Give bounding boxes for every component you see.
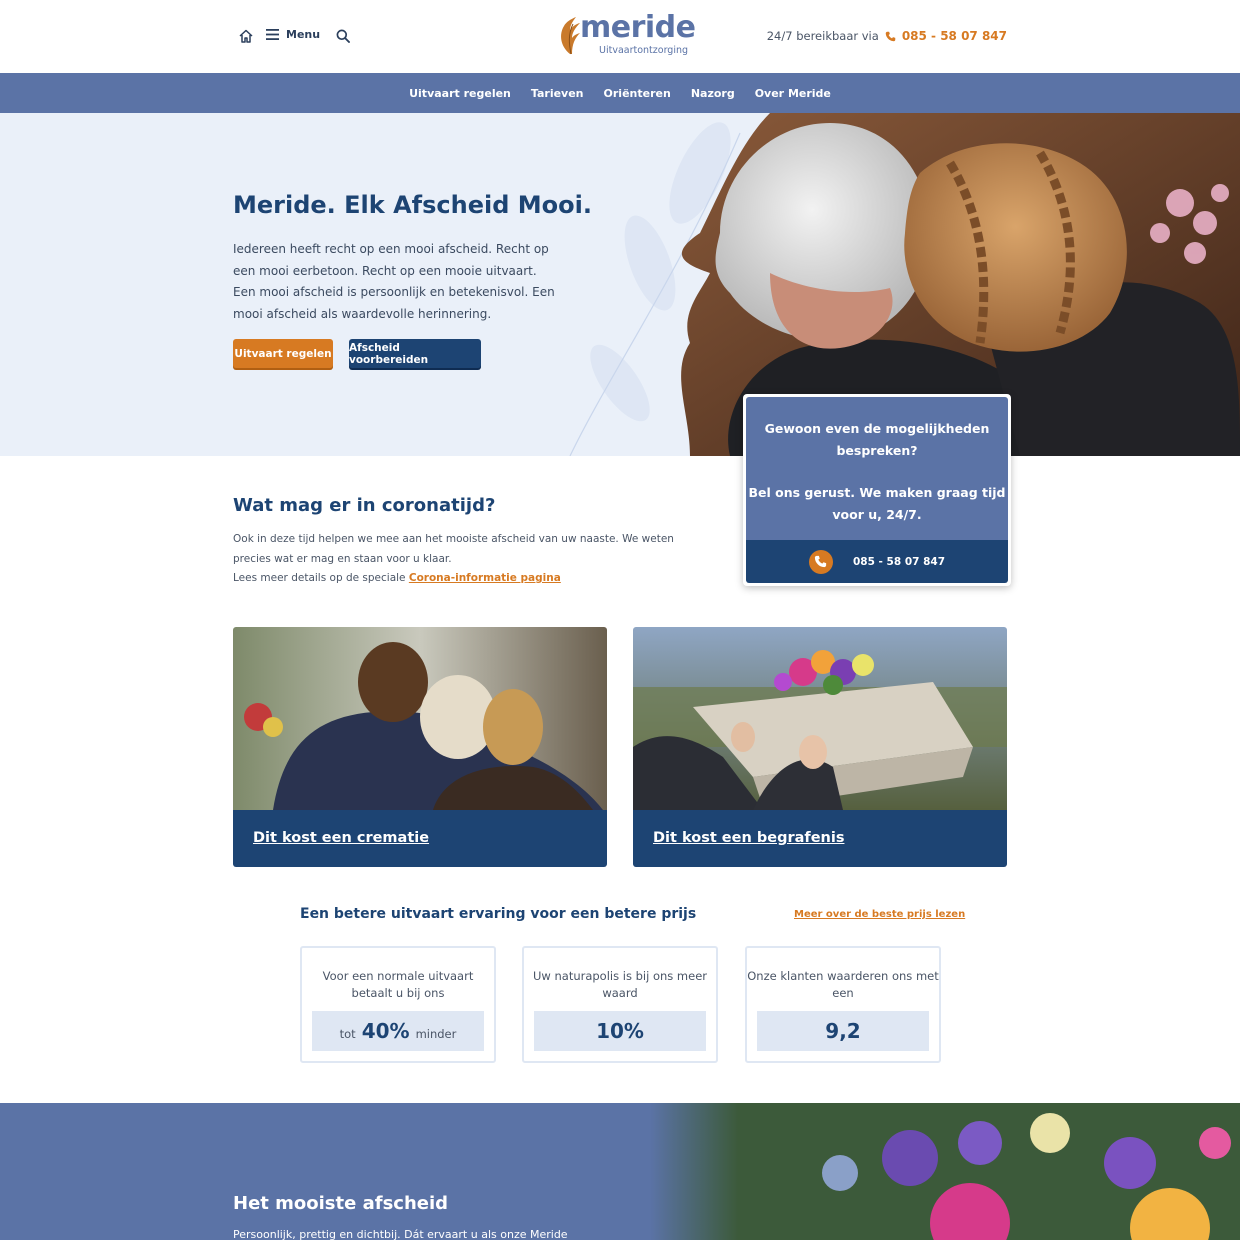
hero-section: Meride. Elk Afscheid Mooi. Iedereen heef… bbox=[0, 113, 1240, 456]
burial-photo bbox=[633, 627, 1007, 810]
stat-label: Onze klanten waarderen ons met een bbox=[747, 969, 939, 1000]
stat-value-box: tot 40% minder bbox=[312, 1011, 484, 1051]
phone-icon bbox=[885, 31, 896, 41]
site-header: Menu meride Uitvaartontzorging 24/7 bere… bbox=[0, 0, 1240, 73]
nav-item-uitvaart-regelen[interactable]: Uitvaart regelen bbox=[409, 87, 511, 100]
stat-value: 10% bbox=[596, 1019, 644, 1043]
header-phone-link[interactable]: 085 - 58 07 847 bbox=[902, 29, 1007, 43]
menu-label: Menu bbox=[286, 28, 321, 41]
nav-item-nazorg[interactable]: Nazorg bbox=[691, 87, 735, 100]
call-us-card: Gewoon even de mogelijkheden bespreken? … bbox=[743, 394, 1011, 586]
stat-card-naturapolis: Uw naturapolis is bij ons meer waard 10% bbox=[522, 946, 718, 1063]
feather-logo-icon bbox=[561, 17, 580, 55]
main-navigation: Uitvaart regelen Tarieven Oriënteren Naz… bbox=[0, 73, 1240, 113]
uitvaart-regelen-button[interactable]: Uitvaart regelen bbox=[233, 339, 333, 368]
stat-value-box: 9,2 bbox=[757, 1011, 929, 1051]
logo-tagline: Uitvaartontzorging bbox=[599, 45, 689, 56]
stat-card-rating: Onze klanten waarderen ons met een 9,2 bbox=[745, 946, 941, 1063]
stat-label: Voor een normale uitvaart betaalt u bij … bbox=[322, 969, 474, 1000]
corona-text-line1: Ook in deze tijd helpen we mee aan het m… bbox=[233, 533, 674, 565]
cremation-cost-link[interactable]: Dit kost een crematie bbox=[253, 830, 429, 846]
burial-cost-link[interactable]: Dit kost een begrafenis bbox=[653, 830, 844, 846]
logo-wordmark: meride bbox=[580, 10, 696, 45]
best-price-link[interactable]: Meer over de beste prijs lezen bbox=[794, 909, 965, 920]
call-card-line1: Gewoon even de mogelijkheden bespreken? bbox=[764, 421, 990, 458]
nav-item-tarieven[interactable]: Tarieven bbox=[531, 87, 584, 100]
cremation-photo bbox=[233, 627, 607, 810]
stat-value: 9,2 bbox=[825, 1019, 861, 1043]
bottom-banner: Het mooiste afscheid Persoonlijk, pretti… bbox=[0, 1103, 1240, 1240]
hamburger-icon bbox=[266, 29, 279, 40]
hero-title: Meride. Elk Afscheid Mooi. bbox=[233, 191, 592, 219]
reachability-info: 24/7 bereikbaar via 085 - 58 07 847 bbox=[767, 29, 1007, 43]
banner-title: Het mooiste afscheid bbox=[233, 1193, 449, 1214]
stat-value: 40% bbox=[361, 1019, 410, 1043]
nav-item-orienteren[interactable]: Oriënteren bbox=[604, 87, 671, 100]
call-card-phone-button[interactable]: 085 - 58 07 847 bbox=[746, 540, 1008, 583]
stat-label: Uw naturapolis is bij ons meer waard bbox=[533, 969, 707, 1000]
stat-suffix: minder bbox=[415, 1026, 457, 1041]
burial-cost-card[interactable]: Dit kost een begrafenis bbox=[633, 627, 1007, 867]
call-card-line2: Bel ons gerust. We maken graag tijd voor… bbox=[748, 485, 1006, 522]
flowers-photo bbox=[650, 1103, 1240, 1240]
search-icon[interactable] bbox=[336, 29, 350, 43]
corona-info-link[interactable]: Corona-informatie pagina bbox=[409, 572, 561, 584]
call-card-phone: 085 - 58 07 847 bbox=[852, 555, 946, 568]
banner-text: Persoonlijk, prettig en dichtbij. Dát er… bbox=[233, 1228, 568, 1240]
stat-value-box: 10% bbox=[534, 1011, 706, 1051]
reach-text: 24/7 bereikbaar via bbox=[766, 29, 879, 43]
hero-text: Iedereen heeft recht op een mooi afschei… bbox=[233, 242, 555, 321]
call-card-message: Gewoon even de mogelijkheden bespreken? … bbox=[746, 397, 1008, 540]
stat-prefix: tot bbox=[339, 1026, 356, 1041]
stats-title: Een betere uitvaart ervaring voor een be… bbox=[300, 906, 697, 922]
corona-title: Wat mag er in coronatijd? bbox=[233, 495, 496, 516]
card-footer: Dit kost een crematie bbox=[233, 810, 607, 867]
phone-icon bbox=[808, 549, 833, 574]
menu-button[interactable]: Menu bbox=[266, 28, 320, 41]
meride-logo[interactable]: meride Uitvaartontzorging bbox=[556, 10, 696, 60]
stat-card-savings: Voor een normale uitvaart betaalt u bij … bbox=[300, 946, 496, 1063]
afscheid-voorbereiden-button[interactable]: Afscheid voorbereiden bbox=[349, 339, 481, 368]
cremation-cost-card[interactable]: Dit kost een crematie bbox=[233, 627, 607, 867]
corona-text: Ook in deze tijd helpen we mee aan het m… bbox=[233, 530, 693, 589]
home-icon[interactable] bbox=[238, 28, 254, 44]
corona-text-line2: Lees meer details op de speciale bbox=[233, 572, 406, 584]
card-footer: Dit kost een begrafenis bbox=[633, 810, 1007, 867]
nav-item-over-meride[interactable]: Over Meride bbox=[755, 87, 831, 100]
